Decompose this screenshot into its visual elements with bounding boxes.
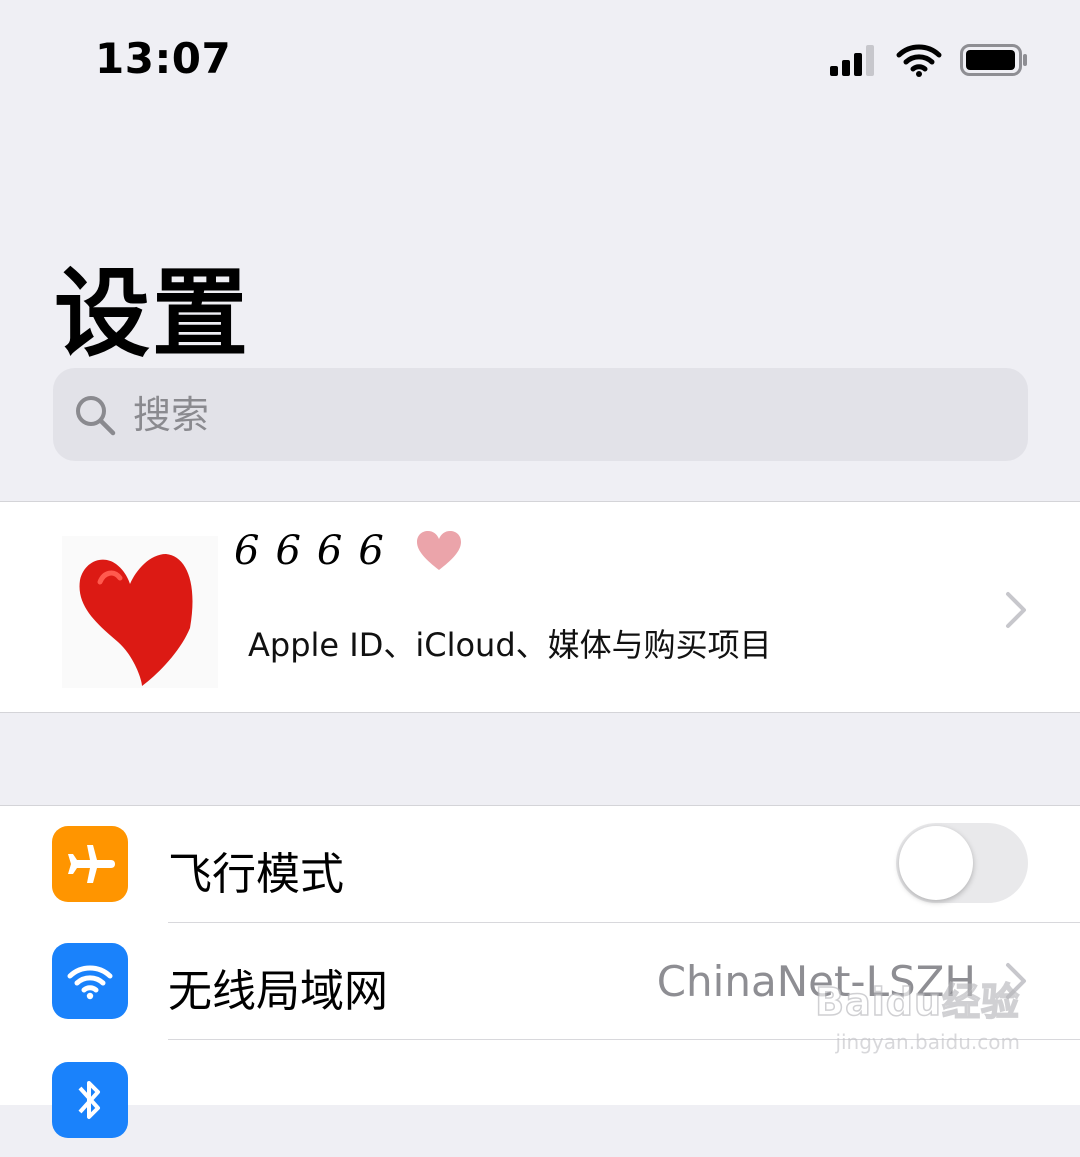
settings-row-airplane-mode[interactable]: 飞行模式 — [0, 806, 1080, 923]
search-icon — [76, 395, 116, 435]
wifi-icon — [52, 943, 128, 1019]
red-heart-icon — [79, 554, 193, 686]
profile-name-text: 6666 — [234, 528, 400, 574]
bluetooth-icon — [52, 1062, 128, 1138]
avatar — [62, 536, 218, 688]
watermark: Baidu经验 jingyan.baidu.com — [814, 971, 1020, 1054]
airplane-mode-label: 飞行模式 — [168, 849, 344, 900]
signal-icon — [830, 45, 874, 76]
apple-id-profile-cell[interactable]: 6666 Apple ID、iCloud、媒体与购买项目 — [0, 501, 1080, 713]
chevron-right-icon — [1006, 592, 1026, 628]
battery-icon — [960, 44, 1027, 76]
wifi-status-icon — [896, 44, 942, 77]
status-time: 13:07 — [95, 34, 232, 83]
pink-heart-icon — [416, 531, 461, 570]
status-bar: 13:07 — [0, 0, 1080, 110]
airplane-mode-toggle[interactable] — [896, 823, 1028, 903]
watermark-url: jingyan.baidu.com — [835, 1030, 1020, 1054]
settings-row-bluetooth[interactable] — [0, 1040, 1080, 1157]
page-title: 设置 — [54, 258, 250, 370]
settings-group: 飞行模式 无线局域网 ChinaNet-LSZH — [0, 805, 1080, 1138]
profile-subtitle: Apple ID、iCloud、媒体与购买项目 — [248, 626, 772, 664]
search-bar[interactable] — [53, 368, 1028, 461]
toggle-knob — [899, 826, 973, 900]
wifi-label: 无线局域网 — [168, 966, 388, 1017]
status-icons — [830, 40, 1028, 80]
airplane-icon — [52, 826, 128, 902]
search-input[interactable] — [131, 383, 995, 446]
profile-name: 6666 — [234, 528, 462, 574]
watermark-logo: Baidu经验 — [814, 979, 1020, 1025]
